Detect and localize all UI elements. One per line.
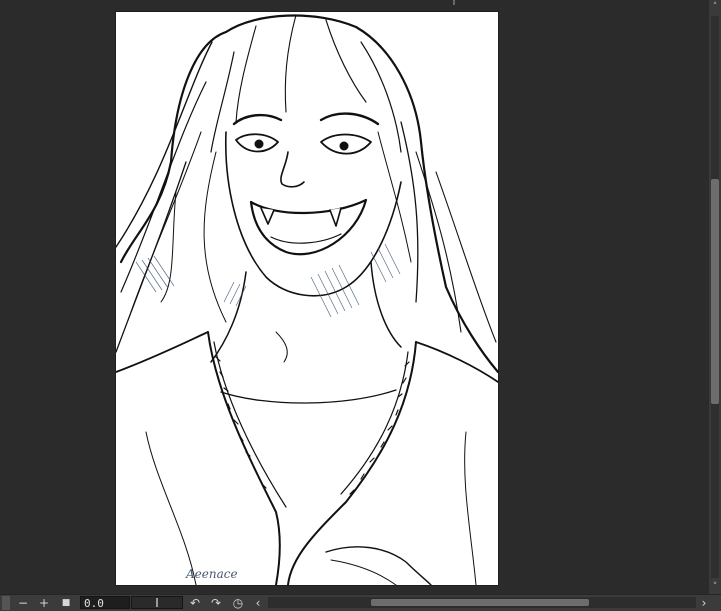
vertical-scrollbar[interactable]: ˄ ˅ <box>709 0 721 594</box>
vertical-scroll-thumb[interactable] <box>711 178 719 404</box>
navigator-bar: − + ■ 0.0 ↶ ↷ ◷ ‹ › <box>0 594 721 611</box>
top-edge <box>0 0 721 11</box>
fit-view-button[interactable]: ■ <box>59 596 73 610</box>
horizontal-scroll-track[interactable] <box>268 597 696 608</box>
rotate-right-button[interactable]: ↷ <box>209 596 223 610</box>
scroll-up-button[interactable]: ˄ <box>709 0 721 14</box>
mouth <box>249 198 368 256</box>
face-outline <box>224 131 402 297</box>
scroll-left-button[interactable]: ‹ <box>252 596 264 610</box>
rotate-left-button[interactable]: ↶ <box>188 596 202 610</box>
collar-right <box>287 341 417 585</box>
scroll-down-button[interactable]: ˅ <box>709 580 721 594</box>
drawing-page[interactable]: Aeenace <box>116 12 498 585</box>
vertical-scroll-track[interactable] <box>711 16 719 578</box>
collar-left <box>207 331 281 585</box>
panel-edge <box>2 596 10 610</box>
scroll-right-button[interactable]: › <box>698 596 710 610</box>
horizontal-scroll-thumb[interactable] <box>370 599 589 606</box>
artist-signature: Aeenace <box>185 567 238 581</box>
rotation-slider[interactable] <box>131 596 183 609</box>
reset-rotation-button[interactable]: ◷ <box>231 596 245 610</box>
top-edge-marker <box>453 0 455 5</box>
rotation-slider-knob[interactable] <box>156 598 158 607</box>
sketch-artwork: Aeenace <box>116 14 498 585</box>
canvas-workspace[interactable]: Aeenace <box>0 11 709 594</box>
rotation-angle-field[interactable]: 0.0 <box>80 596 130 610</box>
zoom-out-button[interactable]: − <box>16 596 30 610</box>
zoom-in-button[interactable]: + <box>37 596 51 610</box>
